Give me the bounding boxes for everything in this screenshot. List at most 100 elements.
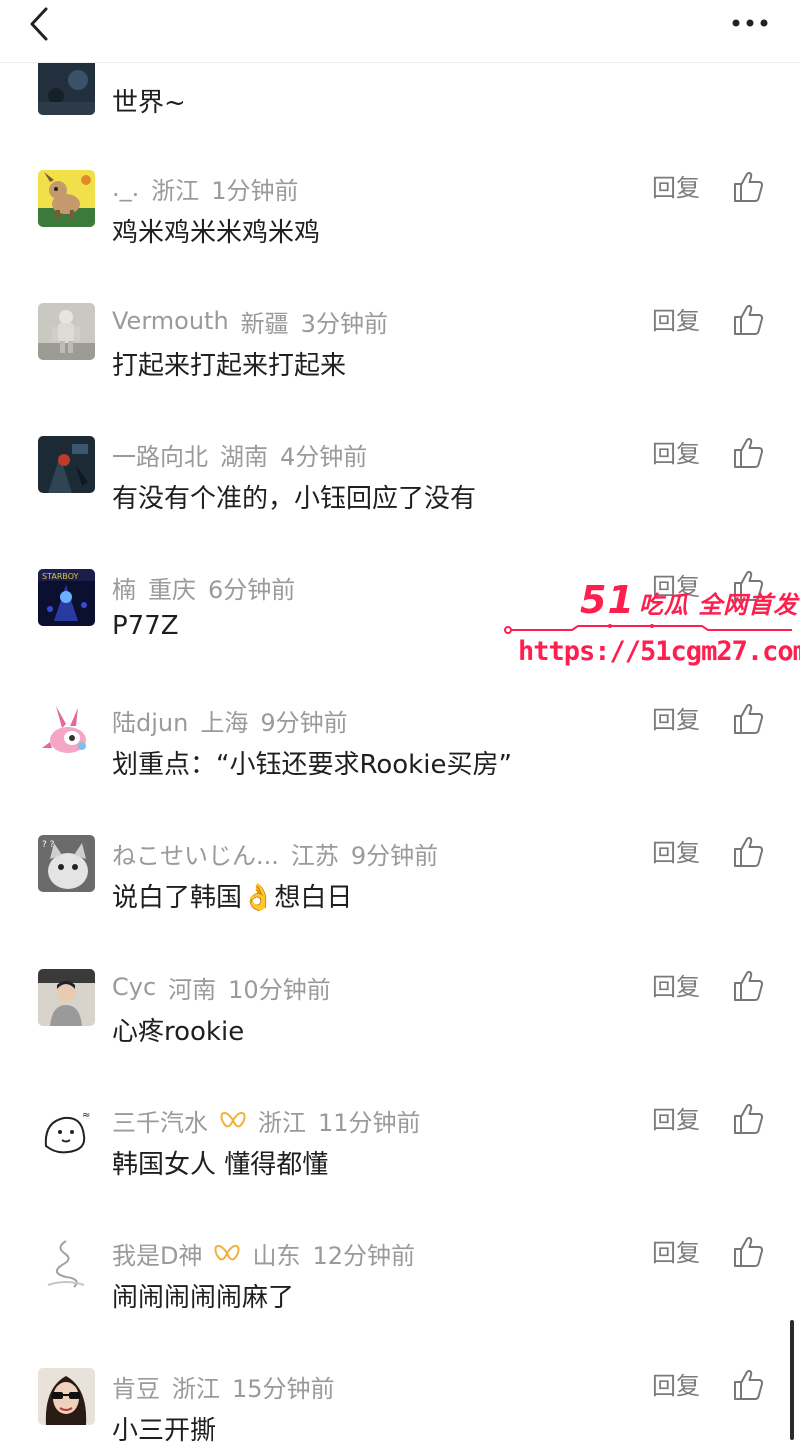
dark-space-avatar-image xyxy=(38,58,95,115)
comment-text: 世界~ xyxy=(112,88,186,118)
username[interactable]: 陆djun xyxy=(112,703,188,738)
avatar[interactable] xyxy=(38,58,95,115)
username[interactable]: ねこせいじん... xyxy=(112,836,279,871)
reply-button[interactable]: 回复 xyxy=(652,172,700,204)
comment-meta: Vermouth 新疆 3分钟前 xyxy=(112,305,388,338)
reply-button[interactable]: 回复 xyxy=(652,704,700,736)
avatar[interactable] xyxy=(38,1235,95,1292)
comment-item: Vermouth 新疆 3分钟前 打起来打起来打起来 回复 xyxy=(0,303,800,436)
timestamp: 15分钟前 xyxy=(232,1374,335,1403)
gold-wings-badge-icon xyxy=(214,1243,240,1263)
avatar[interactable] xyxy=(38,1368,95,1425)
username[interactable]: 我是D神 xyxy=(112,1236,202,1271)
like-button[interactable] xyxy=(732,436,764,470)
reply-button[interactable]: 回复 xyxy=(652,1237,700,1269)
username[interactable]: 一路向北 xyxy=(112,437,208,472)
username[interactable]: ._. xyxy=(112,174,139,202)
timestamp: 11分钟前 xyxy=(318,1108,421,1137)
username[interactable]: 楠 xyxy=(112,570,136,605)
avatar[interactable]: ? ? xyxy=(38,835,95,892)
starboy-avatar-image: STARBOY xyxy=(38,569,95,626)
watermark-url: https://51cgm27.com xyxy=(518,636,800,667)
reply-button[interactable]: 回复 xyxy=(652,837,700,869)
cat-photo-avatar-image: ? ? xyxy=(38,835,95,892)
avatar[interactable] xyxy=(38,170,95,227)
location: 江苏 xyxy=(290,841,339,870)
like-button[interactable] xyxy=(732,170,764,204)
comment-text: 鸡米鸡米米鸡米鸡 xyxy=(112,218,321,248)
comment-meta: Cyc 河南 10分钟前 xyxy=(112,971,331,1004)
comment-meta: 三千汽水 浙江 11分钟前 xyxy=(112,1103,421,1138)
comment-item: Cyc 河南 10分钟前 心疼rookie 回复 xyxy=(0,969,800,1102)
thumbs-up-icon xyxy=(734,1104,764,1134)
timestamp: 3分钟前 xyxy=(300,309,388,338)
like-button[interactable] xyxy=(732,1102,764,1136)
location: 山东 xyxy=(252,1241,301,1270)
like-button[interactable] xyxy=(732,835,764,869)
comment-text: 划重点：“小钰还要求Rookie买房” xyxy=(112,750,512,780)
dark-fantasy-avatar-image xyxy=(38,436,95,493)
more-options-button[interactable] xyxy=(728,6,772,40)
svg-text:? ?: ? ? xyxy=(42,840,55,850)
like-button[interactable] xyxy=(732,303,764,337)
scrollbar-thumb[interactable] xyxy=(790,1320,794,1440)
reply-button[interactable]: 回复 xyxy=(652,1104,700,1136)
timestamp: 9分钟前 xyxy=(260,708,348,737)
avatar[interactable] xyxy=(38,436,95,493)
watermark-circuit-line xyxy=(504,624,792,634)
comment-text: 说白了韩国👌想白日 xyxy=(112,877,352,914)
watermark-overlay: 51 吃瓜 全网首发 https://51cgm27.com xyxy=(500,578,800,678)
comment-meta: 肯豆 浙江 15分钟前 xyxy=(112,1369,335,1404)
comment-item: 肯豆 浙江 15分钟前 小三开撕 回复 xyxy=(0,1368,800,1446)
location: 河南 xyxy=(168,975,217,1004)
woman-sunglasses-avatar-image xyxy=(38,1368,95,1425)
timestamp: 9分钟前 xyxy=(350,841,439,870)
avatar[interactable] xyxy=(38,969,95,1026)
gold-wings-icon xyxy=(214,1244,240,1261)
like-button[interactable] xyxy=(732,1368,764,1402)
avatar[interactable]: STARBOY xyxy=(38,569,95,626)
location: 浙江 xyxy=(151,176,200,205)
comment-page: 世界~ ._. 浙江 1分钟前 鸡米鸡米米鸡米鸡 回复 Vermouth 新疆 … xyxy=(0,0,800,1446)
reply-button[interactable]: 回复 xyxy=(652,438,700,470)
reply-button[interactable]: 回复 xyxy=(652,305,700,337)
comment-item: 陆djun 上海 9分钟前 划重点：“小钰还要求Rookie买房” 回复 xyxy=(0,702,800,835)
comment-text-part: 想白日 xyxy=(274,883,353,913)
reply-button[interactable]: 回复 xyxy=(652,1370,700,1402)
more-horizontal-icon xyxy=(732,19,768,27)
reply-button[interactable]: 回复 xyxy=(652,971,700,1003)
comment-meta: 一路向北 湖南 4分钟前 xyxy=(112,437,367,472)
username[interactable]: Vermouth xyxy=(112,307,229,335)
comment-meta: ねこせいじん... 江苏 9分钟前 xyxy=(112,836,439,871)
thumbs-up-icon xyxy=(734,1237,764,1267)
comment-text: 有没有个准的，小钰回应了没有 xyxy=(112,484,477,514)
username[interactable]: 肯豆 xyxy=(112,1369,160,1404)
avatar[interactable] xyxy=(38,303,95,360)
comment-item: ._. 浙江 1分钟前 鸡米鸡米米鸡米鸡 回复 xyxy=(0,170,800,303)
username[interactable]: Cyc xyxy=(112,973,156,1001)
ok-hand-emoji: 👌 xyxy=(242,883,275,913)
timestamp: 10分钟前 xyxy=(228,975,331,1004)
comment-text: 心疼rookie xyxy=(112,1017,245,1047)
like-button[interactable] xyxy=(732,969,764,1003)
like-button[interactable] xyxy=(732,702,764,736)
ink-sketch-avatar-image xyxy=(38,1235,95,1292)
comment-item: ≈ 三千汽水 浙江 11分钟前 韩国女人 懂得都懂 回复 xyxy=(0,1102,800,1235)
cartoon-dog-avatar-image xyxy=(38,170,95,227)
username[interactable]: 三千汽水 xyxy=(112,1103,208,1138)
location: 重庆 xyxy=(148,575,196,604)
avatar[interactable]: ≈ xyxy=(38,1102,95,1159)
like-button[interactable] xyxy=(732,1235,764,1269)
timestamp: 12分钟前 xyxy=(312,1241,416,1270)
location: 新疆 xyxy=(240,309,289,338)
thumbs-up-icon xyxy=(734,172,764,202)
chevron-left-icon xyxy=(30,7,48,41)
comment-meta: ._. 浙江 1分钟前 xyxy=(112,172,299,205)
thumbs-up-icon xyxy=(734,704,764,734)
watermark-text: 吃瓜 全网首发 xyxy=(638,591,799,619)
watermark-number: 51 xyxy=(580,578,635,622)
back-button[interactable] xyxy=(22,4,62,44)
comment-list[interactable]: 世界~ ._. 浙江 1分钟前 鸡米鸡米米鸡米鸡 回复 Vermouth 新疆 … xyxy=(0,0,800,1446)
comment-item: 我是D神 山东 12分钟前 闹闹闹闹闹麻了 回复 xyxy=(0,1235,800,1368)
avatar[interactable] xyxy=(38,702,95,759)
